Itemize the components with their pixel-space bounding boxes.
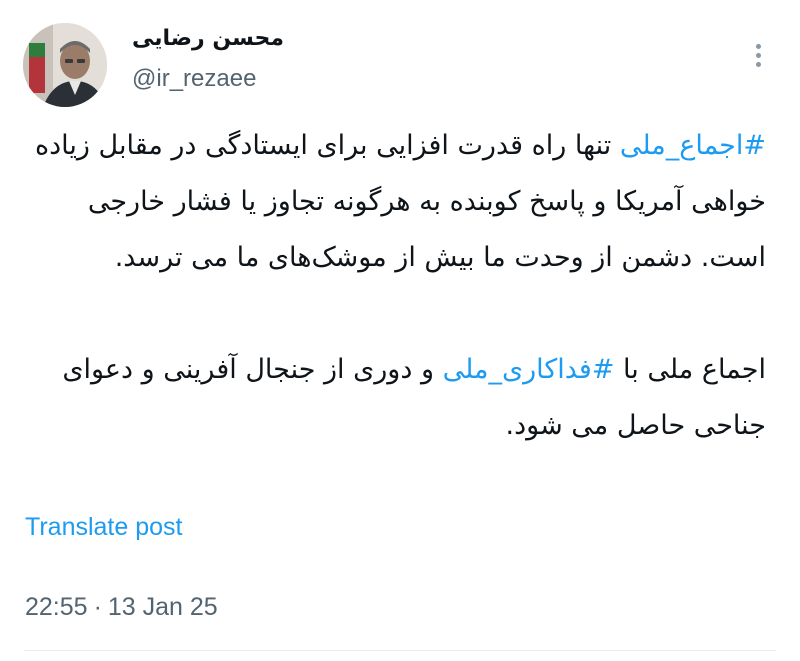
dot (755, 43, 761, 49)
tweet-paragraph-2: اجماع ملی با #فداکاری_ملی و دوری از جنجا… (26, 342, 766, 454)
tweet-text: #اجماع_ملی تنها راه قدرت افزایی برای ایس… (26, 118, 766, 454)
author-avatar[interactable] (23, 23, 107, 107)
profile-photo-icon (23, 23, 107, 107)
author-display-name[interactable]: محسن رضایی (132, 24, 284, 54)
hashtag-link[interactable]: #اجماع_ملی (620, 130, 766, 161)
hashtag-link[interactable]: #فداکاری_ملی (443, 354, 615, 385)
timestamp-separator: · (93, 593, 102, 621)
tweet-paragraph-text: اجماع ملی با (614, 354, 766, 385)
tweet-card: محسن رضایی @ir_rezaee #اجماع_ملی تنها را… (0, 0, 800, 661)
dot (755, 52, 761, 58)
tweet-date: 13 Jan 25 (107, 593, 218, 621)
tweet-timestamp[interactable]: 22:55 · 13 Jan 25 (25, 591, 218, 623)
translate-post-link[interactable]: Translate post (25, 512, 182, 542)
divider (24, 650, 776, 651)
dot (755, 61, 761, 67)
tweet-paragraph-1: #اجماع_ملی تنها راه قدرت افزایی برای ایس… (26, 118, 766, 286)
author-handle[interactable]: @ir_rezaee (132, 64, 256, 94)
tweet-time: 22:55 (25, 593, 88, 621)
more-vertical-icon[interactable] (745, 38, 771, 72)
